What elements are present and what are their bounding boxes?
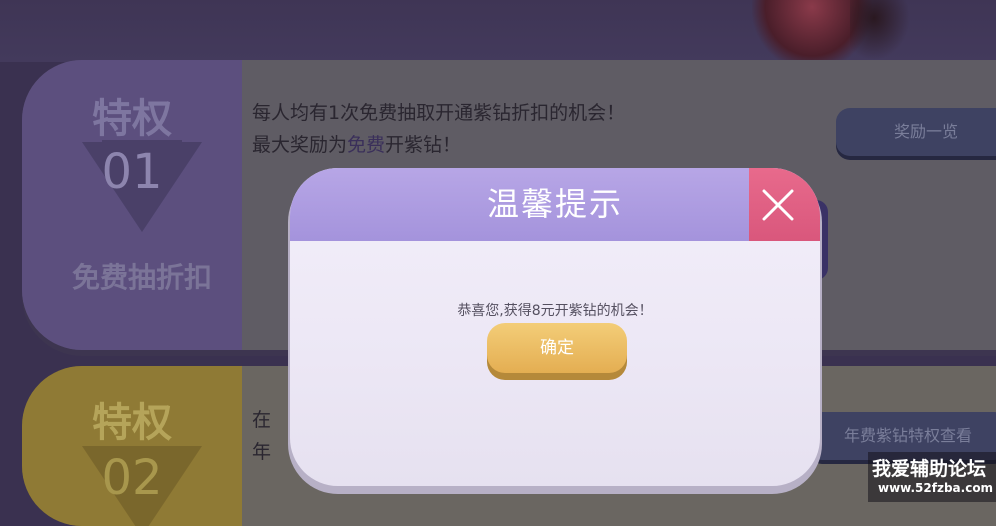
close-x-icon [762, 189, 794, 221]
privilege-number: 01 [101, 144, 163, 200]
watermark-title: 我爱辅助论坛 [872, 458, 987, 480]
reward-list-button[interactable]: 奖励一览 [836, 108, 996, 156]
notice-modal: 温馨提示 恭喜您,获得8元开紫钻的机会！ 确定 [290, 168, 820, 486]
modal-message: 恭喜您,获得8元开紫钻的机会！ [457, 303, 653, 319]
line2-prefix: 最大奖励为 [252, 134, 348, 156]
privilege-label: 特权 [92, 96, 172, 142]
privilege-badge-01: 特权 01 免费抽折扣 [22, 60, 242, 350]
modal-title: 温馨提示 [486, 185, 623, 223]
privilege-description-02: 在 年 [252, 404, 271, 468]
privilege-number: 02 [101, 450, 163, 506]
confirm-button[interactable]: 确定 [487, 323, 627, 373]
privilege2-line-1: 在 [252, 409, 272, 431]
watermark-url: www.52fzba.com [878, 481, 994, 495]
line2-highlight: 免费 [347, 134, 386, 156]
character-illustration-shadow [850, 0, 910, 60]
privilege-line-2: 最大奖励为免费开紫钻！ [252, 129, 625, 161]
privilege-description-01: 每人均有1次免费抽取开通紫钻折扣的机会！ 最大奖励为免费开紫钻！ [252, 97, 625, 161]
close-button[interactable] [749, 168, 820, 241]
privilege-subtitle: 免费抽折扣 [71, 261, 212, 294]
privilege-badge-02: 特权 02 [22, 366, 242, 526]
privilege2-line-2: 年 [252, 441, 272, 463]
line2-suffix: 开紫钻！ [385, 134, 462, 156]
privilege-line-1: 每人均有1次免费抽取开通紫钻折扣的机会！ [252, 102, 626, 124]
privilege-label: 特权 [92, 400, 172, 446]
